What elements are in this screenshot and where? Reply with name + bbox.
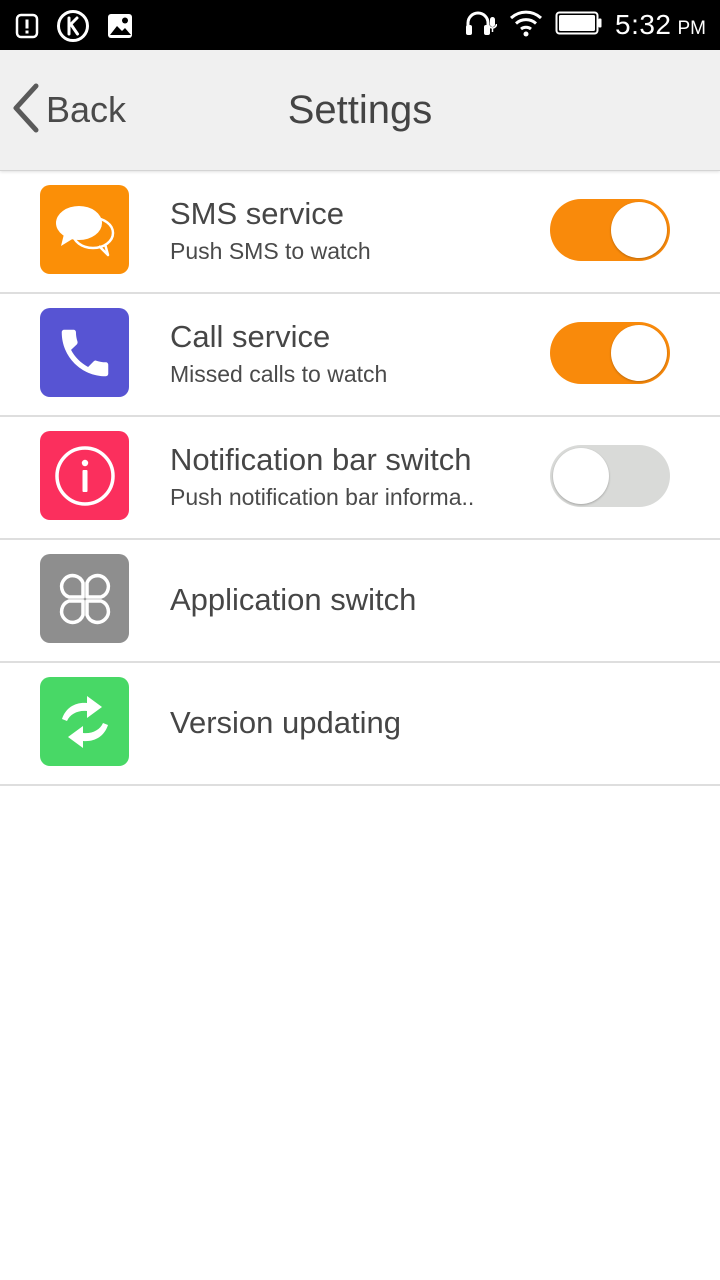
row-title: SMS service xyxy=(170,196,344,231)
headset-mic-icon xyxy=(465,9,498,42)
notification-bar-toggle[interactable] xyxy=(550,445,670,507)
row-subtitle: Push SMS to watch xyxy=(170,238,371,264)
row-title: Notification bar switch xyxy=(170,442,472,477)
status-bar-right: 5:32 PM xyxy=(453,0,706,50)
status-ampm: PM xyxy=(677,18,707,39)
info-icon xyxy=(40,431,129,520)
k-app-icon xyxy=(56,9,90,48)
status-time: 5:32 xyxy=(615,9,672,40)
settings-list: SMS service Push SMS to watch Call servi… xyxy=(0,171,720,786)
clock: 5:32 PM xyxy=(615,9,706,41)
setting-row-call-service[interactable]: Call service Missed calls to watch xyxy=(0,294,720,417)
row-subtitle: Push notification bar informa.. xyxy=(170,484,475,510)
setting-row-version-updating[interactable]: Version updating xyxy=(0,663,720,786)
call-service-toggle[interactable] xyxy=(550,322,670,384)
toggle-knob xyxy=(611,202,667,258)
toggle-knob xyxy=(611,325,667,381)
page-title: Settings xyxy=(287,88,433,132)
apps-clover-icon xyxy=(40,554,129,643)
battery-icon xyxy=(555,10,603,41)
setting-row-notification-bar-switch[interactable]: Notification bar switch Push notificatio… xyxy=(0,417,720,540)
setting-row-sms-service[interactable]: SMS service Push SMS to watch xyxy=(0,171,720,294)
phone-icon xyxy=(40,308,129,397)
wifi-icon xyxy=(509,9,543,42)
header: Back Settings xyxy=(0,50,720,171)
setting-row-application-switch[interactable]: Application switch xyxy=(0,540,720,663)
chat-bubbles-icon xyxy=(40,185,129,274)
status-bar: 5:32 PM xyxy=(0,0,720,50)
row-title: Version updating xyxy=(170,705,401,740)
row-title: Application switch xyxy=(170,582,417,617)
sms-service-toggle[interactable] xyxy=(550,199,670,261)
alert-icon xyxy=(14,12,40,45)
toggle-knob xyxy=(553,448,609,504)
gallery-icon xyxy=(106,12,134,45)
sync-arrows-icon xyxy=(40,677,129,766)
status-bar-left xyxy=(14,9,150,48)
row-subtitle: Missed calls to watch xyxy=(170,361,388,387)
row-title: Call service xyxy=(170,319,331,354)
